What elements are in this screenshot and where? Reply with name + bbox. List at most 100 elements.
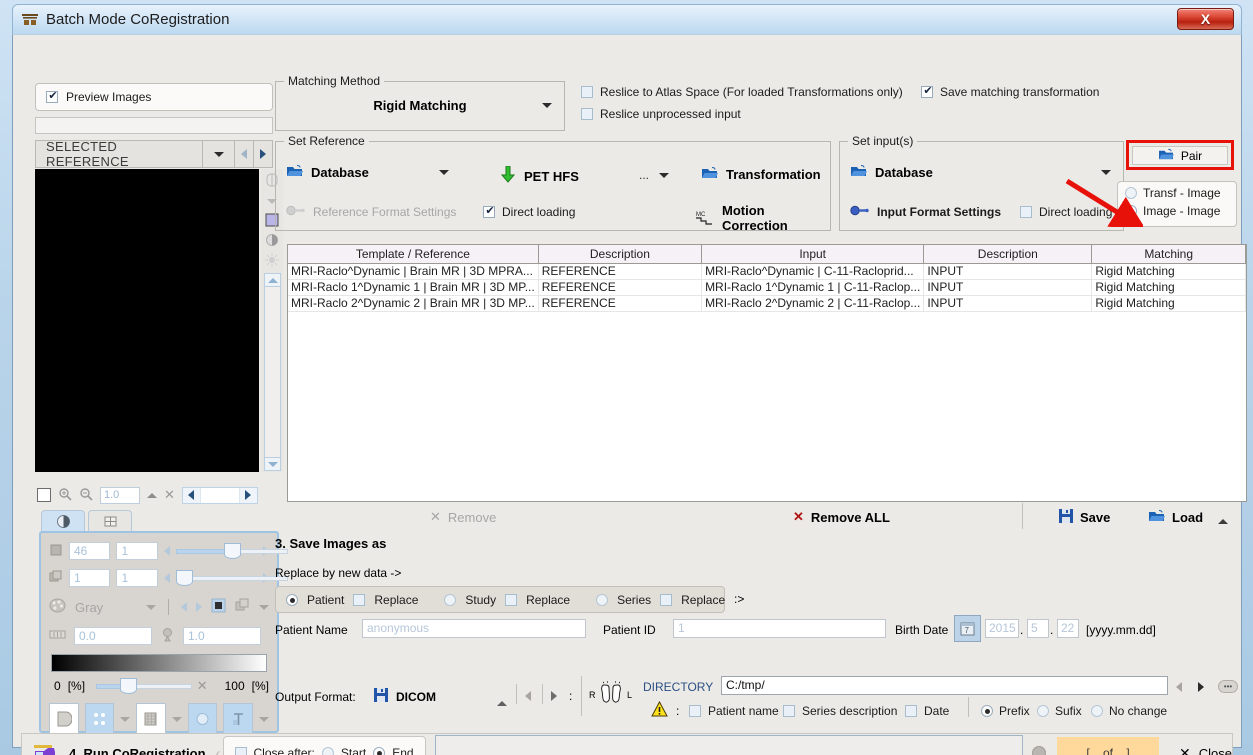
output-date-checkbox[interactable] — [905, 705, 917, 717]
reslice-atlas-checkbox[interactable] — [581, 86, 593, 98]
output-format-value[interactable]: DICOM — [396, 690, 436, 704]
reference-transformation-button[interactable]: Transformation — [701, 166, 821, 183]
birth-day-input[interactable]: 22 — [1057, 619, 1079, 638]
output-prev-button[interactable] — [525, 690, 531, 704]
reslice-atlas-row[interactable]: Reslice to Atlas Space (For loaded Trans… — [581, 85, 903, 99]
orientation-icon-group[interactable]: R L — [589, 680, 635, 710]
preview-images-row[interactable]: Preview Images — [35, 83, 273, 111]
patient-id-input[interactable]: 1 — [673, 619, 886, 638]
output-sufix-row[interactable]: Sufix — [1037, 704, 1082, 718]
slice-index-input[interactable]: 46 — [69, 542, 111, 560]
directory-prev-button[interactable] — [1176, 681, 1182, 695]
tab-display[interactable] — [41, 510, 85, 532]
grid-dropdown-icon[interactable] — [171, 716, 182, 722]
input-format-settings-button[interactable]: Input Format Settings — [850, 204, 1001, 220]
zoom-stepper-up-icon[interactable] — [147, 492, 157, 498]
text-dropdown-icon[interactable] — [258, 716, 269, 722]
output-no-change-row[interactable]: No change — [1091, 704, 1167, 718]
crop-rect-icon[interactable] — [37, 488, 51, 502]
window-close-button[interactable]: X — [1177, 8, 1234, 30]
zoom-value-input[interactable]: 1.0 — [100, 486, 140, 504]
slice-pager-field[interactable] — [199, 487, 240, 503]
column-header-matching[interactable]: Matching — [1091, 245, 1246, 264]
reference-direct-loading-checkbox[interactable] — [483, 204, 496, 218]
directory-next-button[interactable] — [1198, 681, 1204, 695]
save-button[interactable]: Save — [1059, 509, 1110, 526]
replace-patient-checkbox[interactable] — [353, 593, 366, 606]
run-coregistration-label[interactable]: 4. Run CoRegistration — [69, 746, 206, 755]
save-matching-row[interactable]: Save matching transformation — [921, 84, 1099, 99]
pairs-table[interactable]: Template / Reference Description Input D… — [287, 244, 1247, 502]
brightness-icon[interactable] — [265, 253, 279, 267]
save-matching-checkbox[interactable] — [921, 84, 934, 98]
reference-source-dropdown[interactable]: Database — [286, 164, 449, 181]
threshold-high-input[interactable]: 1.0 — [183, 627, 261, 645]
close-after-checkbox[interactable] — [234, 747, 247, 755]
threshold-low-input[interactable]: 0.0 — [74, 627, 152, 645]
slice-max-input[interactable]: 1 — [116, 542, 158, 560]
table-row[interactable]: MRI-Raclo 1^Dynamic 1 | Brain MR | 3D MP… — [288, 279, 1246, 296]
grid-mode-button[interactable] — [136, 703, 166, 735]
directory-input[interactable]: C:/tmp/ — [721, 676, 1168, 695]
table-row[interactable]: MRI-Raclo^Dynamic | Brain MR | 3D MPRA..… — [288, 263, 1246, 280]
reference-more-dropdown[interactable]: ... — [639, 168, 670, 182]
directory-more-button[interactable]: ••• — [1218, 680, 1238, 693]
zoom-out-icon[interactable] — [79, 487, 93, 504]
selected-reference-row[interactable]: SELECTED REFERENCE — [35, 139, 273, 169]
markers-mode-button[interactable] — [84, 703, 115, 735]
replace-study-checkbox[interactable] — [505, 593, 518, 606]
remove-all-button[interactable]: ✕ Remove ALL — [793, 509, 890, 525]
frame-slider[interactable] — [175, 570, 288, 586]
palette-icon[interactable] — [49, 598, 66, 616]
load-button[interactable]: Load — [1148, 509, 1203, 526]
output-prefix-row[interactable]: Prefix — [981, 704, 1030, 718]
copy-colortable-icon[interactable] — [235, 598, 250, 616]
tab-layout[interactable] — [88, 510, 132, 532]
column-header-description-1[interactable]: Description — [538, 245, 703, 264]
output-date-row[interactable]: Date — [905, 704, 949, 718]
percent-reset-icon[interactable]: ✕ — [197, 678, 208, 694]
shape-mode-button[interactable] — [187, 703, 218, 735]
replace-series-checkbox[interactable] — [660, 593, 673, 606]
colortable-dropdown-icon[interactable] — [146, 604, 156, 610]
status-log-box[interactable] — [434, 735, 1024, 755]
output-prefix-radio[interactable] — [981, 705, 993, 717]
reference-orientation[interactable]: PET HFS — [500, 165, 579, 186]
replace-series-radio[interactable] — [596, 593, 609, 606]
frame-decrement-icon[interactable] — [163, 573, 170, 583]
progress-counter-button[interactable]: [ _ of _ ] — [1057, 736, 1160, 755]
selected-reference-dropdown-button[interactable] — [203, 140, 235, 168]
slice-prev-button[interactable] — [182, 487, 200, 503]
overlay-mode-button[interactable] — [49, 703, 79, 735]
patient-name-input[interactable]: anonymous — [362, 619, 586, 638]
collapse-panel-button[interactable] — [1218, 513, 1228, 527]
pair-button[interactable]: Pair — [1132, 146, 1228, 165]
output-series-description-row[interactable]: Series description — [783, 704, 897, 718]
close-button-label[interactable]: Close — [1199, 746, 1232, 755]
column-header-input[interactable]: Input — [701, 245, 925, 264]
output-format-expand-button[interactable] — [497, 695, 507, 709]
frame-index-input[interactable]: 1 — [69, 569, 111, 587]
output-series-description-checkbox[interactable] — [783, 705, 795, 717]
percent-slider[interactable] — [96, 678, 193, 694]
matching-method-dropdown[interactable]: Rigid Matching — [276, 98, 564, 113]
colortable-more-icon[interactable] — [259, 604, 269, 610]
frame-max-input[interactable]: 1 — [116, 569, 158, 587]
close-after-end-radio[interactable] — [373, 747, 386, 755]
invert-colortable-icon[interactable] — [211, 598, 226, 616]
output-patient-name-row[interactable]: Patient name — [689, 704, 779, 718]
selected-reference-next-button[interactable] — [254, 140, 273, 168]
close-after-start-radio[interactable] — [321, 747, 334, 755]
calendar-icon-button[interactable]: 7 — [954, 615, 981, 642]
slice-next-button[interactable] — [239, 487, 257, 503]
preview-scroll-down-button[interactable] — [264, 457, 281, 471]
pin-icon[interactable] — [160, 627, 175, 645]
birth-month-input[interactable]: 5 — [1027, 619, 1049, 638]
birth-year-input[interactable]: 2015 — [985, 619, 1019, 638]
colortable-next-icon[interactable] — [196, 602, 202, 612]
replace-study-radio[interactable] — [444, 593, 457, 606]
preview-images-checkbox[interactable] — [46, 89, 59, 103]
slice-slider[interactable] — [175, 543, 288, 559]
preview-scrollbar-track[interactable] — [264, 287, 281, 457]
table-row[interactable]: MRI-Raclo 2^Dynamic 2 | Brain MR | 3D MP… — [288, 295, 1246, 312]
